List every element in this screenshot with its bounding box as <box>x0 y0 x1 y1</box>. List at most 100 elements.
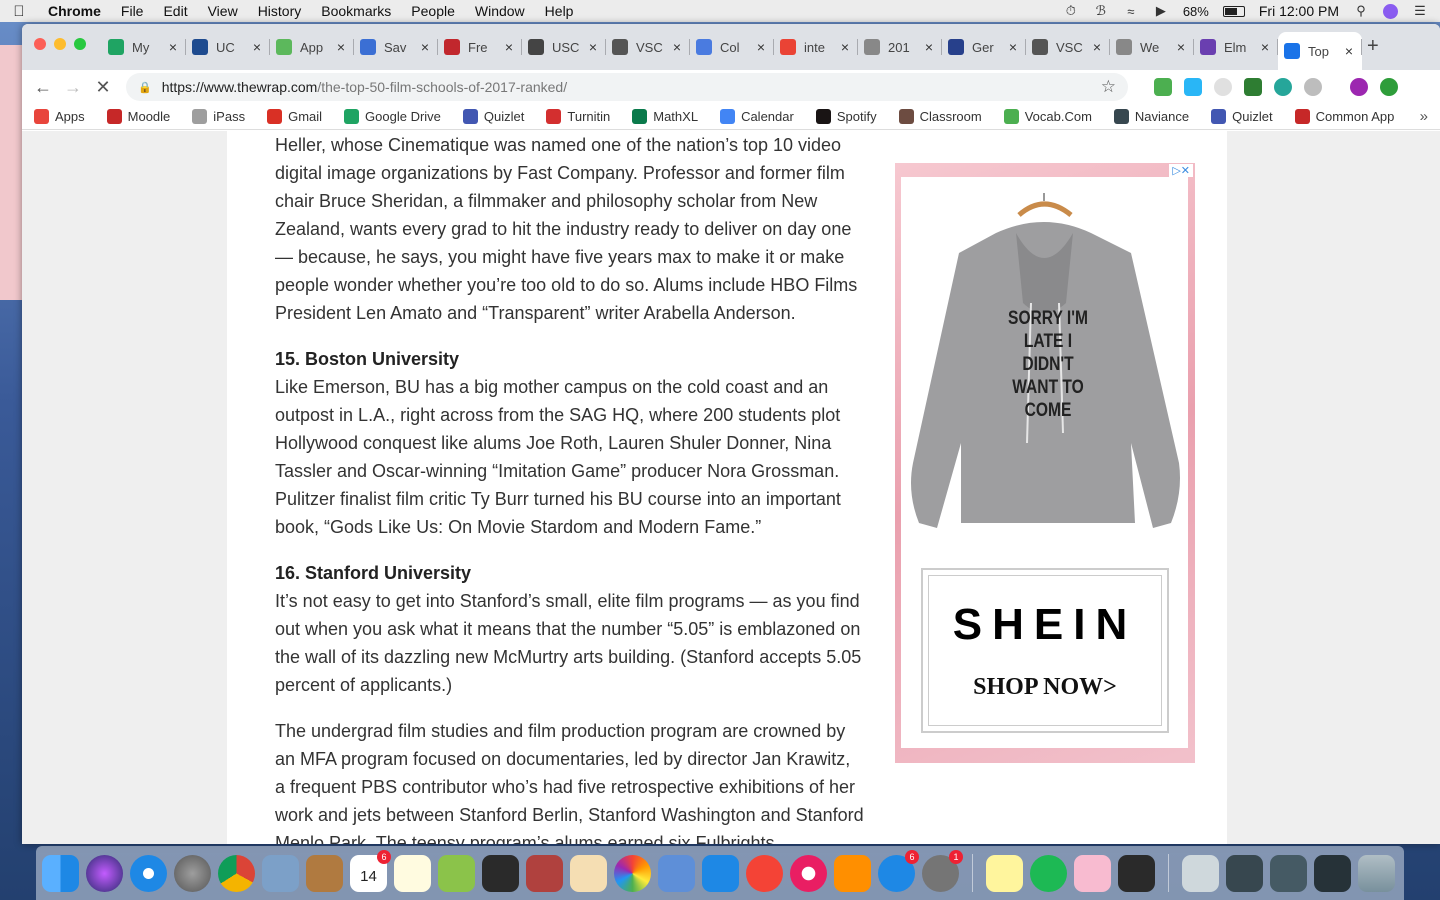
tab-close-icon[interactable]: × <box>166 39 180 55</box>
itunes-icon[interactable] <box>790 854 827 892</box>
browser-tab[interactable]: Top × <box>1278 32 1362 70</box>
browser-tab[interactable]: We × <box>1110 32 1194 62</box>
extension-lp-icon[interactable] <box>1304 78 1322 96</box>
extension-classroom-icon[interactable] <box>1154 78 1172 96</box>
browser-tab[interactable]: UC × <box>186 32 270 62</box>
advertisement[interactable]: SORRY I'M LATE I DIDN'T WANT TO COME SHE… <box>895 163 1195 763</box>
spotlight-search-icon[interactable]: ⚲ <box>1353 3 1369 18</box>
browser-tab[interactable]: USC × <box>522 32 606 62</box>
books-icon[interactable] <box>834 854 871 892</box>
menubar-clock[interactable]: Fri 12:00 PM <box>1259 3 1339 19</box>
zoom-window-button[interactable] <box>74 38 86 50</box>
chrome-icon[interactable] <box>218 854 255 892</box>
browser-tab[interactable]: Ger × <box>942 32 1026 62</box>
photo-booth-icon[interactable] <box>526 854 563 892</box>
minimized-window-3[interactable] <box>1314 854 1351 892</box>
browser-tab[interactable]: Elm × <box>1194 32 1278 62</box>
tab-close-icon[interactable]: × <box>334 39 348 55</box>
finder-icon[interactable] <box>42 854 79 892</box>
tab-close-icon[interactable]: × <box>1258 39 1272 55</box>
final-cut-icon[interactable] <box>482 854 519 892</box>
browser-tab[interactable]: inte × <box>774 32 858 62</box>
bookmark-item[interactable]: Calendar <box>720 109 794 124</box>
bookmark-item[interactable]: MathXL <box>632 109 698 124</box>
minimize-window-button[interactable] <box>54 38 66 50</box>
tab-close-icon[interactable]: × <box>250 39 264 55</box>
minimized-window-1[interactable] <box>1226 854 1263 892</box>
extension-circle-icon[interactable] <box>1214 78 1232 96</box>
bookmark-item[interactable]: Moodle <box>106 109 170 124</box>
extension-cast-icon[interactable] <box>1244 78 1262 96</box>
tab-close-icon[interactable]: × <box>1342 43 1356 59</box>
browser-tab[interactable]: Col × <box>690 32 774 62</box>
bookmark-item[interactable]: Google Drive <box>344 109 441 124</box>
menu-window[interactable]: Window <box>465 0 535 22</box>
forward-button[interactable]: → <box>58 77 88 98</box>
browser-tab[interactable]: Sav × <box>354 32 438 62</box>
bookmark-item[interactable]: Common App <box>1294 109 1394 124</box>
extension-mote-icon[interactable] <box>1274 78 1292 96</box>
bookmark-item[interactable]: Naviance <box>1113 109 1189 124</box>
news-icon[interactable] <box>746 854 783 892</box>
minimized-window-2[interactable] <box>1270 854 1307 892</box>
photos-icon[interactable] <box>614 854 651 892</box>
stop-loading-button[interactable]: ✕ <box>88 77 118 98</box>
tab-close-icon[interactable]: × <box>838 39 852 55</box>
bookmark-item[interactable]: Quizlet <box>1211 109 1273 124</box>
new-tab-button[interactable]: + <box>1367 35 1379 58</box>
safari-icon[interactable] <box>130 854 167 892</box>
siri-icon[interactable] <box>1383 3 1398 19</box>
preview-icon[interactable] <box>1074 854 1111 892</box>
menu-history[interactable]: History <box>248 0 312 22</box>
stickies-icon[interactable] <box>986 854 1023 892</box>
tab-close-icon[interactable]: × <box>670 39 684 55</box>
tab-close-icon[interactable]: × <box>754 39 768 55</box>
maps-icon[interactable] <box>438 854 475 892</box>
bookmark-item[interactable]: Spotify <box>815 109 877 124</box>
ad-creative[interactable]: SORRY I'M LATE I DIDN'T WANT TO COME SHE… <box>901 177 1188 748</box>
pages-icon[interactable] <box>570 854 607 892</box>
page-viewport[interactable]: Heller, whose Cinematique was named one … <box>22 131 1440 844</box>
bluetooth-icon[interactable]: ℬ <box>1093 3 1109 18</box>
battery-icon[interactable] <box>1222 5 1245 17</box>
menu-app-name[interactable]: Chrome <box>38 0 111 22</box>
close-window-button[interactable] <box>34 38 46 50</box>
music-folder-icon[interactable] <box>1182 854 1219 892</box>
bookmark-star-icon[interactable]: ☆ <box>1101 77 1116 97</box>
spotify-icon[interactable] <box>1030 854 1067 892</box>
ad-brand-box[interactable]: SHEIN SHOP NOW> <box>921 568 1169 733</box>
menu-help[interactable]: Help <box>535 0 584 22</box>
menu-file[interactable]: File <box>111 0 154 22</box>
bookmark-item[interactable]: Turnitin <box>546 109 610 124</box>
bookmark-item[interactable]: Quizlet <box>462 109 524 124</box>
lock-icon[interactable]: 🔒 <box>138 81 152 94</box>
tab-close-icon[interactable]: × <box>1090 39 1104 55</box>
system-preferences-icon[interactable]: 1 <box>922 849 963 892</box>
tab-close-icon[interactable]: × <box>418 39 432 55</box>
bookmark-item[interactable]: Apps <box>34 109 85 124</box>
shop-now-button[interactable]: SHOP NOW> <box>923 674 1167 701</box>
notes-icon[interactable] <box>394 854 431 892</box>
address-bar[interactable]: 🔒 https://www.thewrap.com/the-top-50-fil… <box>126 73 1128 101</box>
browser-tab[interactable]: VSC × <box>606 32 690 62</box>
trash-icon[interactable] <box>1358 854 1395 892</box>
apple-menu-icon[interactable]:  <box>0 3 38 20</box>
bookmarks-overflow-icon[interactable]: » <box>1420 108 1428 125</box>
tab-close-icon[interactable]: × <box>1006 39 1020 55</box>
mail-stamp-icon[interactable] <box>262 854 299 892</box>
menu-edit[interactable]: Edit <box>153 0 197 22</box>
keynote-icon[interactable] <box>702 854 739 892</box>
contacts-icon[interactable] <box>306 854 343 892</box>
tab-close-icon[interactable]: × <box>502 39 516 55</box>
back-button[interactable]: ← <box>28 77 58 98</box>
browser-tab[interactable]: My × <box>102 32 186 62</box>
volume-icon[interactable]: ▶ <box>1153 3 1169 18</box>
update-icon[interactable] <box>1380 78 1398 96</box>
bookmark-item[interactable]: Classroom <box>898 109 982 124</box>
bookmark-item[interactable]: Vocab.Com <box>1003 109 1092 124</box>
menu-view[interactable]: View <box>198 0 248 22</box>
imovie-icon[interactable] <box>1118 854 1155 892</box>
menu-bookmarks[interactable]: Bookmarks <box>311 0 401 22</box>
browser-tab[interactable]: VSC × <box>1026 32 1110 62</box>
siri-icon[interactable] <box>86 854 123 892</box>
